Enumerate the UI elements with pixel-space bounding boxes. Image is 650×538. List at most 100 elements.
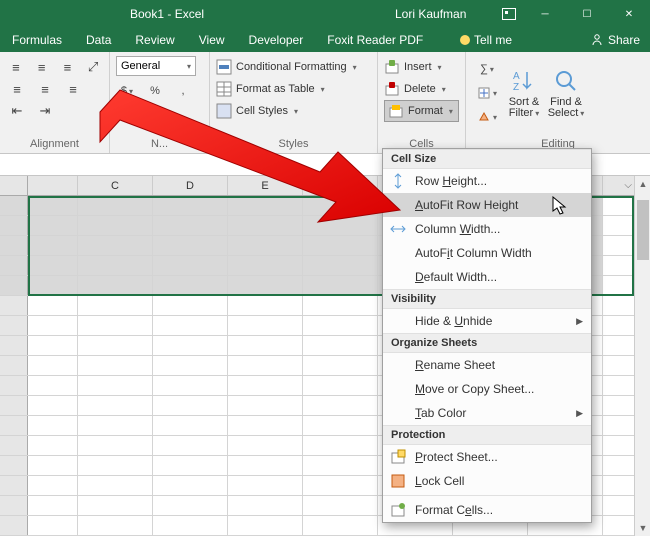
group-styles-label: Styles — [216, 136, 371, 153]
insert-cells-button[interactable]: Insert▾ — [384, 56, 459, 78]
align-right-icon[interactable]: ≡ — [62, 78, 84, 100]
menu-autofit-column-width[interactable]: AutoFit Column Width — [383, 241, 591, 265]
menu-lock-cell-label: Lock Cell — [415, 474, 464, 488]
autosum-icon[interactable]: ∑▾ — [476, 58, 498, 80]
sort-filter-icon: AZ — [510, 67, 538, 95]
menu-hide-unhide[interactable]: Hide & Unhide ▶ — [383, 309, 591, 333]
align-middle-icon[interactable]: ≡ — [32, 56, 52, 78]
decrease-indent-icon[interactable]: ⇤ — [6, 100, 28, 122]
svg-text:A: A — [513, 71, 520, 82]
comma-format-icon[interactable]: , — [172, 80, 194, 102]
number-format-value: General — [121, 60, 160, 72]
format-cells-button[interactable]: Format▾ — [384, 100, 459, 122]
delete-cells-label: Delete — [404, 83, 436, 95]
increase-decimal-icon[interactable]: .0→ — [116, 102, 138, 124]
menu-rename-sheet[interactable]: Rename Sheet — [383, 353, 591, 377]
align-left-icon[interactable]: ≡ — [6, 78, 28, 100]
tab-foxit[interactable]: Foxit Reader PDF — [315, 28, 435, 52]
menu-column-width[interactable]: Column Width... — [383, 217, 591, 241]
decrease-decimal-icon[interactable]: .00 — [144, 102, 166, 124]
group-number: General ▾ $ ▾ % , .0→ .00 N... — [110, 52, 210, 153]
ribbon-tabs: Formulas Data Review View Developer Foxi… — [0, 28, 650, 52]
menu-hide-unhide-label: Hide & Unhide — [415, 314, 492, 328]
close-button[interactable]: ✕ — [608, 0, 650, 28]
maximize-button[interactable]: ☐ — [566, 0, 608, 28]
lock-cell-icon — [389, 472, 407, 490]
format-as-table-label: Format as Table — [236, 83, 315, 95]
formula-bar-collapse-icon[interactable]: ⌵ — [624, 180, 632, 191]
ribbon: ≡ ≡ ≡ ⤢ ≡ ≡ ≡ ⇤ ⇥ Alignment General ▾ — [0, 52, 650, 154]
scroll-up-icon[interactable]: ▲ — [635, 176, 650, 192]
fill-icon[interactable]: ▾ — [476, 82, 498, 104]
scroll-down-icon[interactable]: ▼ — [635, 520, 650, 536]
menu-move-copy-sheet[interactable]: Move or Copy Sheet... — [383, 377, 591, 401]
menu-autofit-row-label: AutoFit Row Height — [415, 198, 518, 212]
conditional-formatting-label: Conditional Formatting — [236, 61, 347, 73]
menu-section-protection: Protection — [383, 425, 591, 445]
format-as-table-icon — [216, 81, 232, 97]
tell-me-search[interactable]: Tell me — [460, 33, 512, 47]
delete-cells-button[interactable]: Delete▾ — [384, 78, 459, 100]
format-as-table-button[interactable]: Format as Table▾ — [216, 78, 371, 100]
vertical-scrollbar[interactable]: ▲ ▼ — [634, 176, 650, 536]
insert-cells-label: Insert — [404, 61, 432, 73]
align-bottom-icon[interactable]: ≡ — [58, 56, 78, 78]
tab-developer[interactable]: Developer — [237, 28, 316, 52]
menu-protect-sheet[interactable]: Protect Sheet... — [383, 445, 591, 469]
menu-row-height[interactable]: Row Height... — [383, 169, 591, 193]
scroll-thumb[interactable] — [637, 200, 649, 260]
ribbon-display-options-icon[interactable] — [494, 0, 524, 28]
column-header-d[interactable]: D — [153, 176, 228, 195]
group-styles: Conditional Formatting▾ Format as Table▾… — [210, 52, 378, 153]
tab-formulas[interactable]: Formulas — [0, 28, 74, 52]
share-icon — [590, 33, 604, 47]
tell-me-label: Tell me — [474, 33, 512, 47]
find-select-button[interactable]: Find & Select▾ — [546, 58, 586, 128]
sort-filter-button[interactable]: AZ Sort & Filter▾ — [504, 58, 544, 128]
group-cells: Insert▾ Delete▾ Format▾ Cells — [378, 52, 466, 153]
column-header[interactable] — [28, 176, 78, 195]
menu-tab-color-label: Tab Color — [415, 406, 466, 420]
minimize-button[interactable]: ─ — [524, 0, 566, 28]
menu-autofit-col-label: AutoFit Column Width — [415, 246, 532, 260]
menu-section-cell-size: Cell Size — [383, 149, 591, 169]
menu-rename-label: Rename Sheet — [415, 358, 495, 372]
svg-text:Z: Z — [513, 82, 519, 93]
orientation-icon[interactable]: ⤢ — [83, 56, 103, 78]
tab-review[interactable]: Review — [123, 28, 186, 52]
menu-format-cells-label: Format Cells... — [415, 503, 493, 517]
column-header-c[interactable]: C — [78, 176, 153, 195]
group-editing: ∑▾ ▾ ▾ AZ Sort & Filter▾ Find & Select▾ — [466, 52, 650, 153]
menu-format-cells[interactable]: Format Cells... — [383, 498, 591, 522]
format-cells-icon — [388, 103, 404, 119]
clear-icon[interactable]: ▾ — [476, 106, 498, 128]
increase-indent-icon[interactable]: ⇥ — [34, 100, 56, 122]
menu-default-width[interactable]: Default Width... — [383, 265, 591, 289]
submenu-arrow-icon: ▶ — [576, 316, 583, 327]
conditional-formatting-button[interactable]: Conditional Formatting▾ — [216, 56, 371, 78]
cell-styles-label: Cell Styles — [236, 105, 288, 117]
menu-lock-cell[interactable]: Lock Cell — [383, 469, 591, 493]
menu-tab-color[interactable]: Tab Color ▶ — [383, 401, 591, 425]
conditional-formatting-icon — [216, 59, 232, 75]
number-format-dropdown[interactable]: General ▾ — [116, 56, 196, 76]
tab-data[interactable]: Data — [74, 28, 123, 52]
column-header-f[interactable]: F — [303, 176, 378, 195]
bulb-icon — [460, 35, 470, 45]
align-center-icon[interactable]: ≡ — [34, 78, 56, 100]
delete-cells-icon — [384, 81, 400, 97]
column-header-e[interactable]: E — [228, 176, 303, 195]
share-button[interactable]: Share — [590, 33, 640, 47]
align-top-icon[interactable]: ≡ — [6, 56, 26, 78]
accounting-format-icon[interactable]: $ ▾ — [116, 80, 138, 102]
menu-autofit-row-height[interactable]: AutoFit Row Height — [383, 193, 591, 217]
menu-section-visibility: Visibility — [383, 289, 591, 309]
protect-sheet-icon — [389, 448, 407, 466]
group-alignment-label: Alignment — [6, 136, 103, 153]
insert-cells-icon — [384, 59, 400, 75]
percent-format-icon[interactable]: % — [144, 80, 166, 102]
window-title: Book1 - Excel — [130, 7, 204, 21]
select-all-corner[interactable] — [0, 176, 28, 195]
tab-view[interactable]: View — [187, 28, 237, 52]
cell-styles-button[interactable]: Cell Styles▾ — [216, 100, 371, 122]
